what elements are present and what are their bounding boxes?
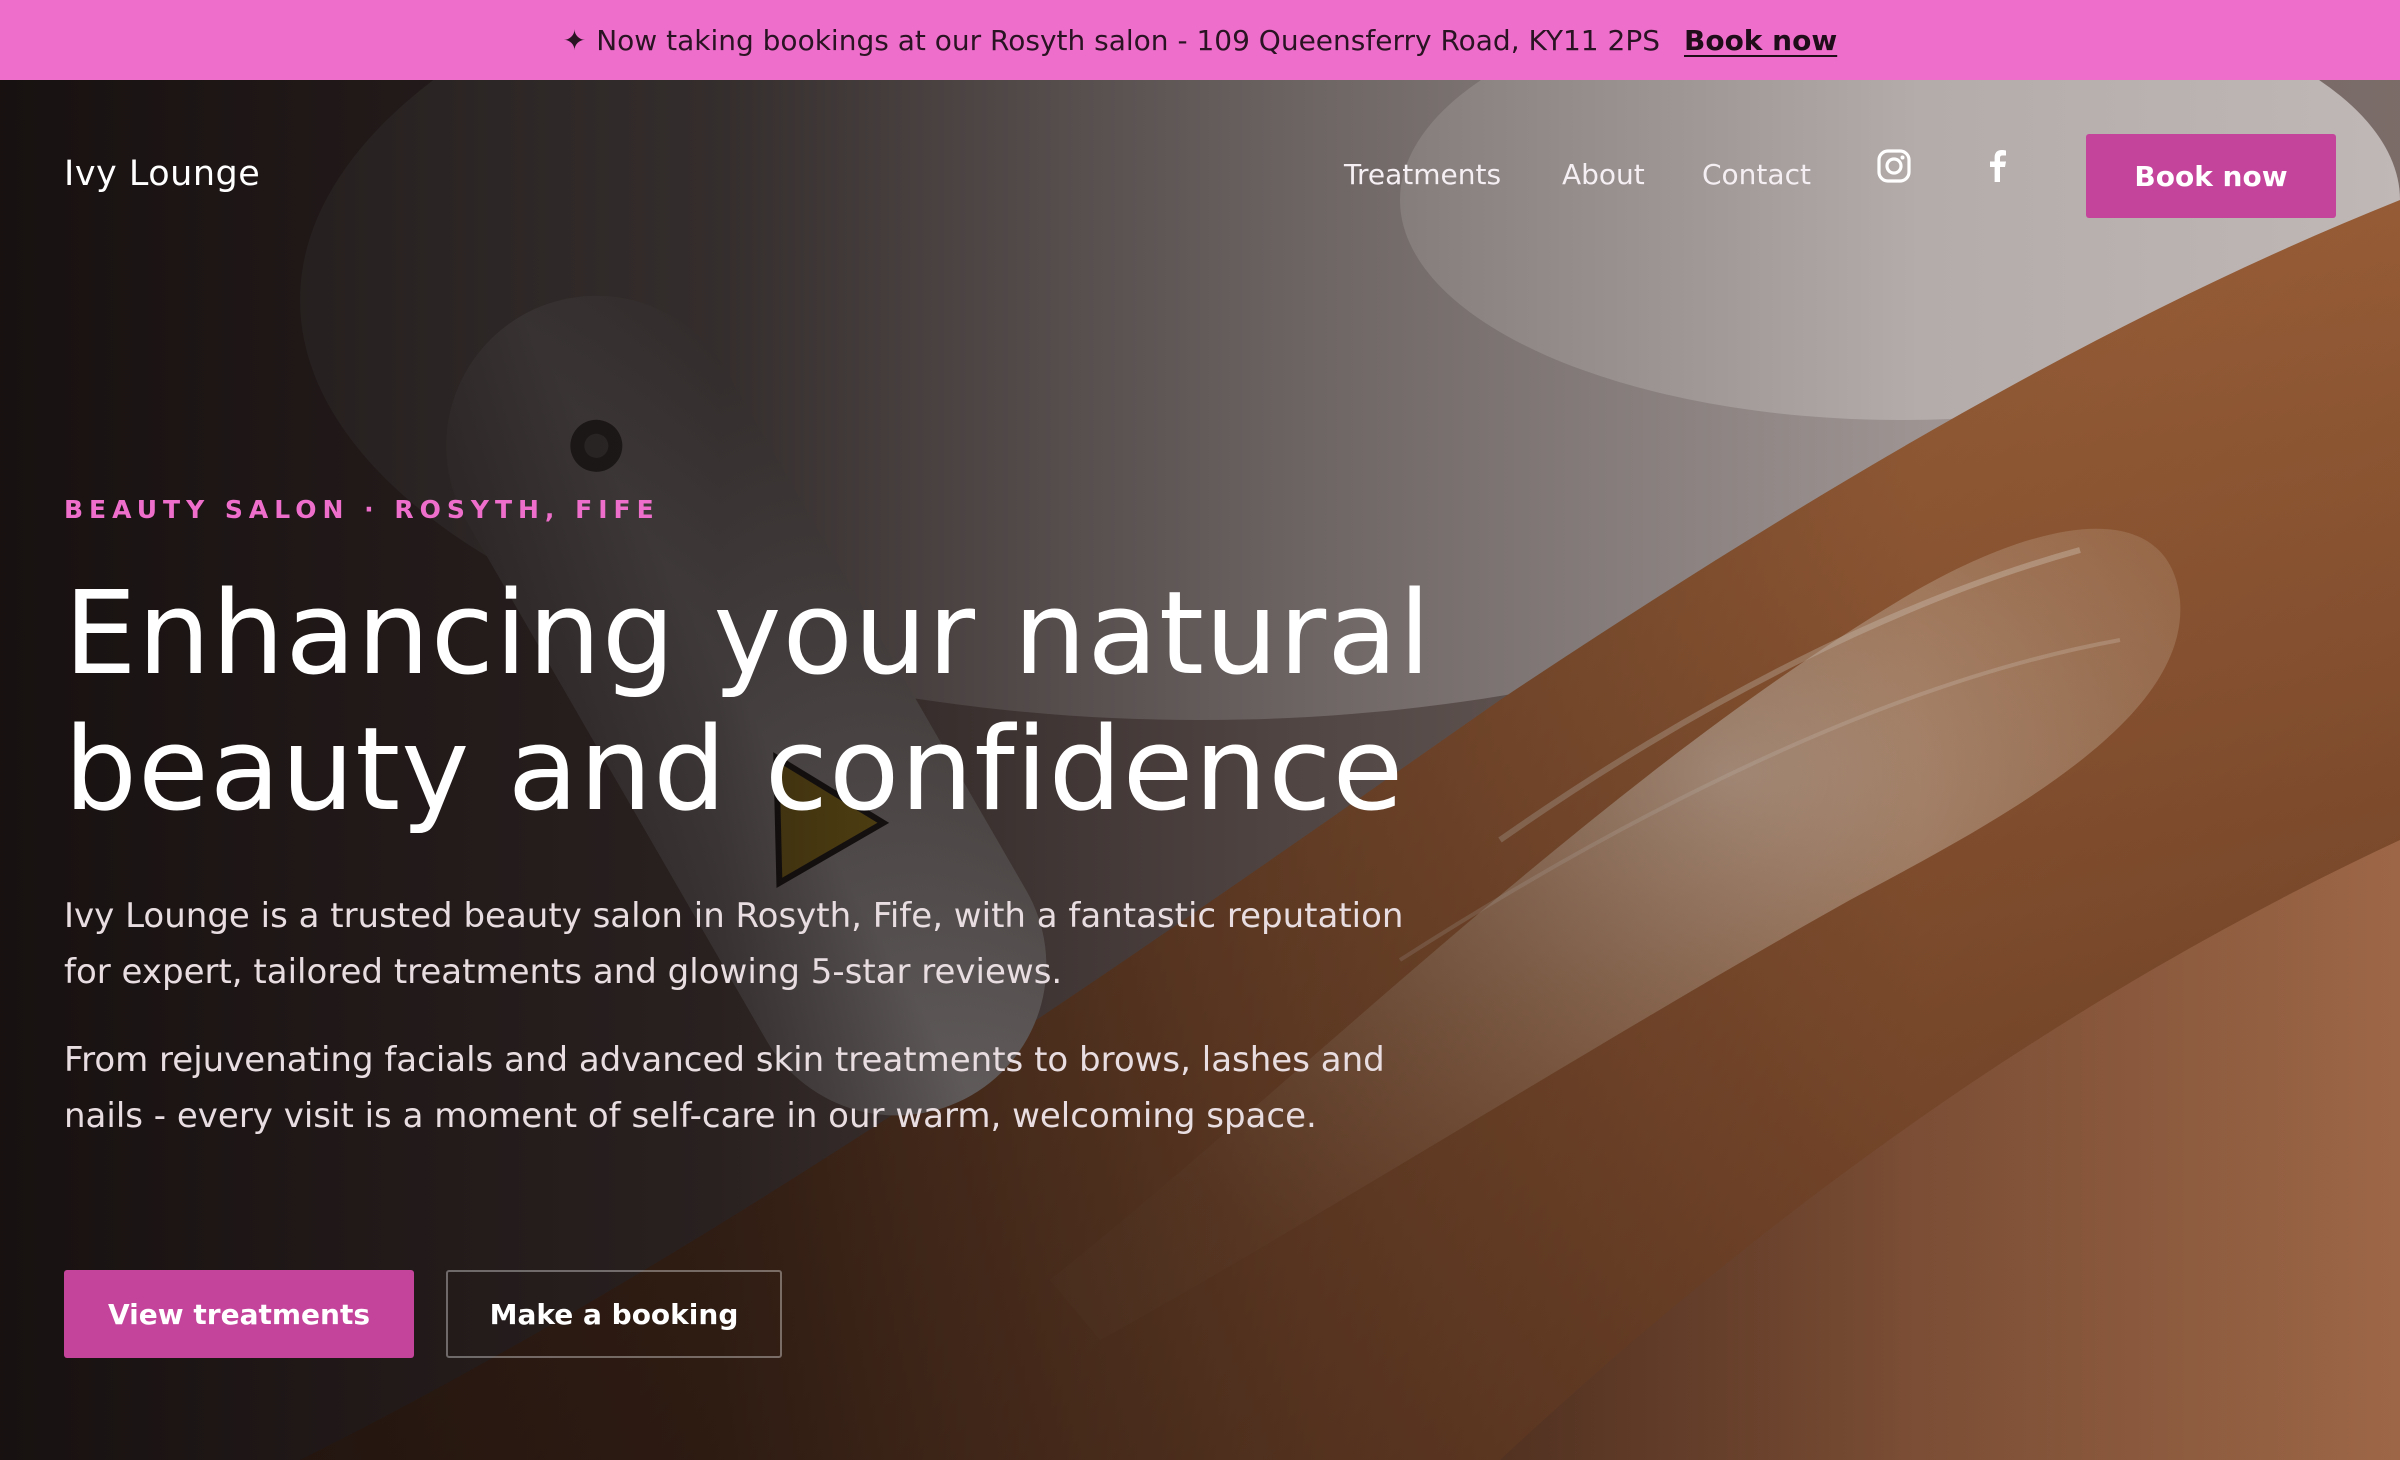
hero-intro-paragraph: Ivy Lounge is a trusted beauty salon in … <box>64 896 1404 992</box>
announcement-book-link[interactable]: Book now <box>1684 24 1837 57</box>
facebook-icon[interactable] <box>1978 146 2018 186</box>
sparkle-icon: ✦ <box>562 23 587 57</box>
view-treatments-button[interactable]: View treatments <box>64 1270 414 1358</box>
hero-headline-line2: beauty and confidence <box>64 703 1405 837</box>
hero-headline-line1: Enhancing your natural <box>64 567 1432 701</box>
nav-link-contact[interactable]: Contact <box>1702 158 1811 191</box>
make-booking-button[interactable]: Make a booking <box>446 1270 782 1358</box>
instagram-icon[interactable] <box>1874 146 1914 186</box>
announcement-message: Now taking bookings at our Rosyth salon … <box>596 23 1660 57</box>
brand-logo[interactable]: Ivy Lounge <box>64 154 260 194</box>
hero-eyebrow: BEAUTY SALON · ROSYTH, FIFE <box>64 495 660 524</box>
nav-link-about[interactable]: About <box>1562 158 1645 191</box>
top-navigation: Ivy Lounge Treatments About Contact Book… <box>0 80 2400 218</box>
hero-headline: Enhancing your natural beauty and confid… <box>64 566 1484 838</box>
nav-link-treatments[interactable]: Treatments <box>1344 158 1501 191</box>
hero-services-paragraph: From rejuvenating facials and advanced s… <box>64 1040 1385 1136</box>
book-now-button[interactable]: Book now <box>2086 134 2336 218</box>
hero-actions: View treatments Make a booking <box>64 1270 782 1358</box>
hero-content: BEAUTY SALON · ROSYTH, FIFE Enhancing yo… <box>64 495 1484 1176</box>
announcement-bar: ✦ Now taking bookings at our Rosyth salo… <box>0 0 2400 80</box>
